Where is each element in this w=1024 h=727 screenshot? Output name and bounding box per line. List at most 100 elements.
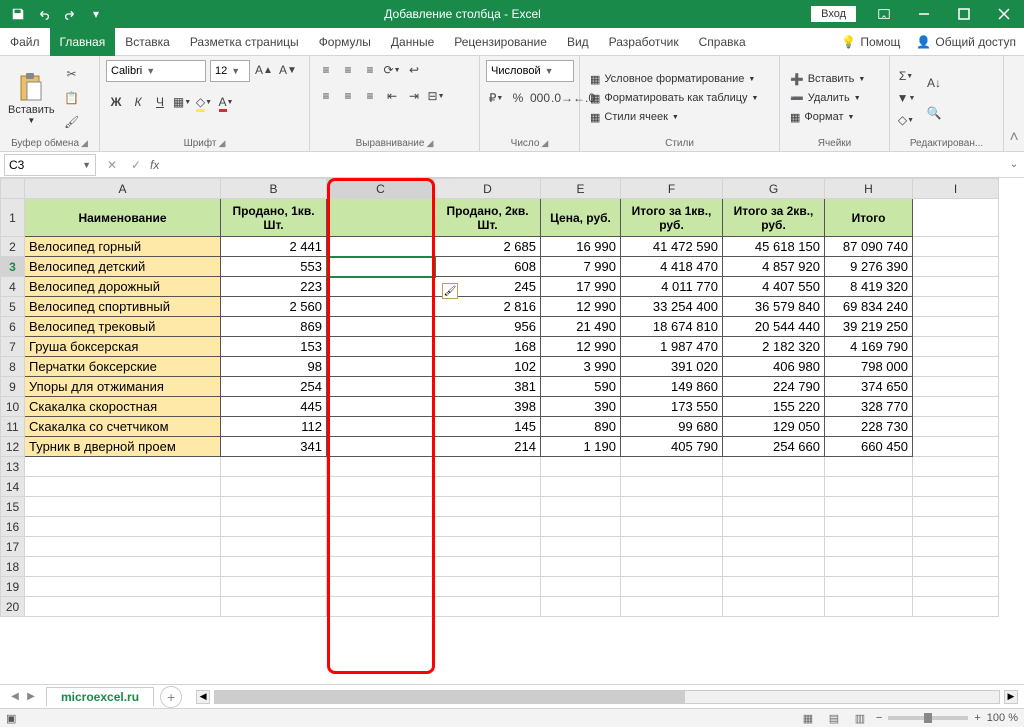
tab-layout[interactable]: Разметка страницы (180, 28, 309, 56)
horizontal-scrollbar[interactable] (214, 690, 1000, 704)
font-size-combo[interactable]: 12▼ (210, 60, 250, 82)
cell[interactable]: 798 000 (825, 357, 913, 377)
cell[interactable]: 553 (221, 257, 327, 277)
cell[interactable] (327, 437, 435, 457)
cell[interactable] (435, 457, 541, 477)
cell[interactable] (913, 417, 999, 437)
fill-color-button[interactable]: ◇▼ (194, 92, 214, 112)
cell[interactable]: 254 660 (723, 437, 825, 457)
row-header[interactable]: 13 (1, 457, 25, 477)
cell[interactable] (327, 537, 435, 557)
zoom-out-icon[interactable]: − (876, 712, 882, 724)
cell[interactable] (621, 497, 723, 517)
name-box[interactable]: C3▼ (4, 154, 96, 176)
cell[interactable] (723, 517, 825, 537)
cell[interactable] (825, 597, 913, 617)
tab-review[interactable]: Рецензирование (444, 28, 557, 56)
cell[interactable] (621, 577, 723, 597)
cell[interactable] (913, 397, 999, 417)
font-family-combo[interactable]: Calibri▼ (106, 60, 206, 82)
cell[interactable]: 4 407 550 (723, 277, 825, 297)
dialog-launcher-icon[interactable]: ◢ (541, 138, 548, 149)
cell[interactable]: 398 (435, 397, 541, 417)
cell[interactable]: 381 (435, 377, 541, 397)
cell[interactable] (913, 597, 999, 617)
cell[interactable]: 254 (221, 377, 327, 397)
tab-data[interactable]: Данные (381, 28, 444, 56)
cell[interactable]: 406 980 (723, 357, 825, 377)
tab-file[interactable]: Файл (0, 28, 50, 56)
undo-icon[interactable] (32, 3, 56, 25)
cell[interactable]: 660 450 (825, 437, 913, 457)
cell[interactable] (327, 277, 435, 297)
font-color-button[interactable]: А▼ (216, 92, 236, 112)
cell[interactable]: 214 (435, 437, 541, 457)
row-header[interactable]: 5 (1, 297, 25, 317)
table-header-cell[interactable]: Наименование (25, 199, 221, 237)
cell[interactable] (327, 377, 435, 397)
cell[interactable] (621, 557, 723, 577)
cell[interactable] (327, 257, 435, 277)
cell[interactable] (913, 317, 999, 337)
cell[interactable]: 87 090 740 (825, 237, 913, 257)
cell[interactable] (327, 417, 435, 437)
cell[interactable]: 3 990 (541, 357, 621, 377)
cell[interactable] (913, 477, 999, 497)
cell[interactable] (723, 597, 825, 617)
cell[interactable]: 390 (541, 397, 621, 417)
table-header-cell[interactable]: Продано, 2кв. Шт. (435, 199, 541, 237)
cell[interactable] (221, 537, 327, 557)
cell[interactable] (723, 497, 825, 517)
cell[interactable]: 33 254 400 (621, 297, 723, 317)
autosum-icon[interactable]: Σ▼ (896, 66, 916, 86)
cell[interactable] (825, 537, 913, 557)
cell[interactable]: 1 190 (541, 437, 621, 457)
cell[interactable] (913, 577, 999, 597)
row-header[interactable]: 4 (1, 277, 25, 297)
cell[interactable]: 2 441 (221, 237, 327, 257)
clear-icon[interactable]: ◇▼ (896, 110, 916, 130)
cell[interactable]: Турник в дверной проем (25, 437, 221, 457)
spreadsheet-grid[interactable]: ABCDEFGHI1НаименованиеПродано, 1кв. Шт.П… (0, 178, 999, 617)
cell[interactable] (25, 537, 221, 557)
cell[interactable]: 590 (541, 377, 621, 397)
cell[interactable] (723, 457, 825, 477)
cell[interactable]: 445 (221, 397, 327, 417)
cell[interactable]: 18 674 810 (621, 317, 723, 337)
cell[interactable]: Скакалка скоростная (25, 397, 221, 417)
underline-button[interactable]: Ч (150, 92, 170, 112)
cell[interactable] (541, 577, 621, 597)
cell[interactable]: Упоры для отжимания (25, 377, 221, 397)
zoom-level[interactable]: 100 % (987, 712, 1018, 724)
cell[interactable]: 20 544 440 (723, 317, 825, 337)
cell[interactable] (25, 577, 221, 597)
ribbon-options-icon[interactable] (864, 0, 904, 28)
currency-icon[interactable]: ₽▼ (486, 88, 506, 108)
cell[interactable]: Велосипед горный (25, 237, 221, 257)
align-left-icon[interactable]: ≡ (316, 86, 336, 106)
cell[interactable] (25, 557, 221, 577)
cell[interactable] (913, 457, 999, 477)
cell[interactable] (541, 557, 621, 577)
cell[interactable]: Велосипед дорожный (25, 277, 221, 297)
cell[interactable] (913, 497, 999, 517)
row-header[interactable]: 14 (1, 477, 25, 497)
sheet-tab[interactable]: microexcel.ru (46, 687, 154, 706)
increase-indent-icon[interactable]: ⇥ (404, 86, 424, 106)
cell[interactable]: 36 579 840 (723, 297, 825, 317)
cell[interactable] (221, 477, 327, 497)
italic-button[interactable]: К (128, 92, 148, 112)
cell[interactable] (435, 577, 541, 597)
cell[interactable] (825, 497, 913, 517)
cell[interactable] (913, 357, 999, 377)
cell[interactable]: 224 790 (723, 377, 825, 397)
cell[interactable] (621, 537, 723, 557)
row-header[interactable]: 8 (1, 357, 25, 377)
chevron-down-icon[interactable]: ▼ (82, 160, 91, 170)
cell[interactable] (913, 437, 999, 457)
table-header-cell[interactable]: Продано, 1кв. Шт. (221, 199, 327, 237)
cell[interactable] (327, 357, 435, 377)
cell[interactable] (435, 557, 541, 577)
cell[interactable] (327, 517, 435, 537)
cell[interactable]: 99 680 (621, 417, 723, 437)
